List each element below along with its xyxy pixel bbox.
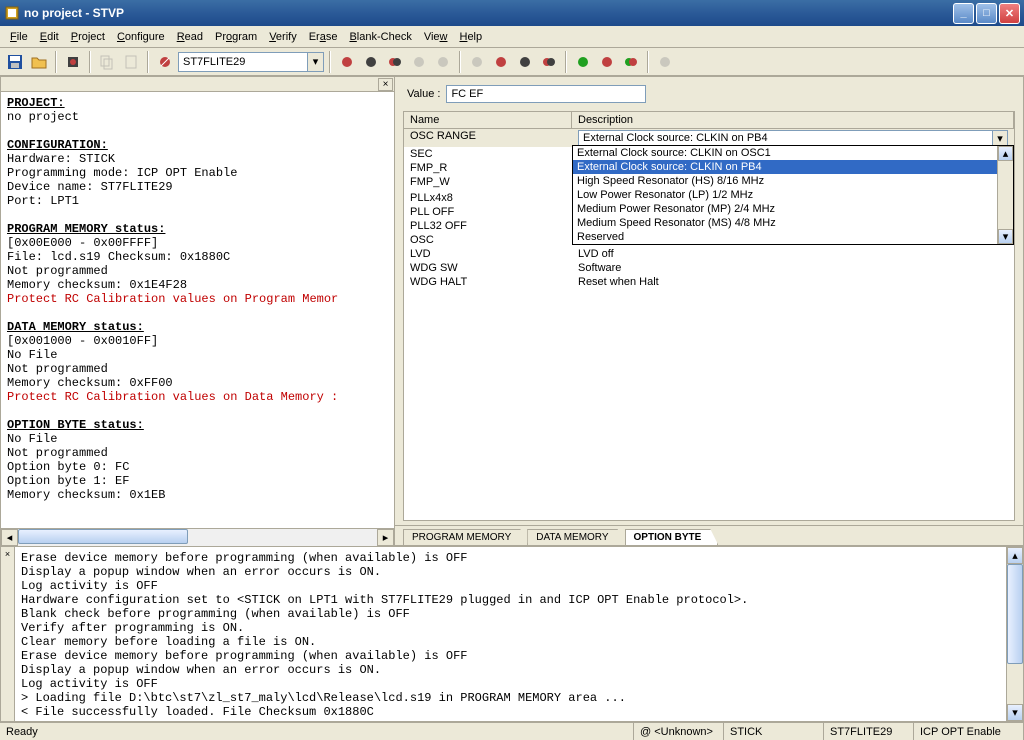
paste-icon [120, 51, 142, 73]
scroll-right-icon[interactable]: ▸ [377, 529, 394, 546]
scroll-left-icon[interactable]: ◂ [1, 529, 18, 546]
cell-desc[interactable]: Reset when Halt [572, 275, 1014, 289]
pane-close-icon[interactable]: × [378, 78, 393, 91]
value-label: Value : [407, 88, 440, 100]
grid-row[interactable]: LVDLVD off [404, 247, 1014, 261]
menu-project[interactable]: Project [65, 29, 111, 45]
dropdown-option[interactable]: External Clock source: CLKIN on PB4 [573, 160, 1013, 174]
status-mode: ICP OPT Enable [914, 723, 1024, 740]
chevron-down-icon[interactable]: ▾ [992, 131, 1007, 145]
output-scrollbar[interactable]: ▴ ▾ [1006, 547, 1023, 721]
chip-icon-2[interactable] [360, 51, 382, 73]
cell-name: FMP_R [404, 161, 572, 175]
device-icon[interactable] [62, 51, 84, 73]
chip-icon-9[interactable] [538, 51, 560, 73]
toolbar: ▾ [0, 48, 1024, 76]
save-icon[interactable] [4, 51, 26, 73]
status-ready: Ready [0, 723, 634, 740]
statusbar: Ready @ <Unknown> STICK ST7FLITE29 ICP O… [0, 722, 1024, 740]
menu-help[interactable]: Help [453, 29, 488, 45]
grid-row[interactable]: WDG HALTReset when Halt [404, 275, 1014, 289]
tab-option-byte[interactable]: OPTION BYTE [625, 529, 719, 545]
copy-icon [96, 51, 118, 73]
chip-icon-5 [432, 51, 454, 73]
cell-name: WDG HALT [404, 275, 572, 289]
column-description[interactable]: Description [572, 112, 1014, 128]
menu-configure[interactable]: Configure [111, 29, 171, 45]
minimize-button[interactable]: _ [953, 3, 974, 24]
cell-name: FMP_W [404, 175, 572, 189]
chip-icon-8[interactable] [514, 51, 536, 73]
project-info: PROJECT: no project CONFIGURATION: Hardw… [1, 92, 394, 528]
tab-data-memory[interactable]: DATA MEMORY [527, 529, 625, 545]
dropdown-option[interactable]: Medium Power Resonator (MP) 2/4 MHz [573, 202, 1013, 216]
output-pane: × Erase device memory before programming… [0, 546, 1024, 722]
app-icon [4, 5, 20, 21]
menu-edit[interactable]: Edit [34, 29, 65, 45]
chip-icon-12[interactable] [620, 51, 642, 73]
cell-name: WDG SW [404, 261, 572, 275]
option-byte-pane: Value : Name Description OSC RANGEExtern… [395, 76, 1024, 546]
device-combo-input[interactable] [178, 52, 308, 72]
cell-desc[interactable]: Software [572, 261, 1014, 275]
dropdown-option[interactable]: External Clock source: CLKIN on OSC1 [573, 146, 1013, 160]
close-button[interactable]: ✕ [999, 3, 1020, 24]
status-hw: STICK [724, 723, 824, 740]
chevron-down-icon[interactable]: ▾ [308, 52, 324, 72]
window-title: no project - STVP [24, 6, 953, 20]
output-close-icon[interactable]: × [1, 547, 15, 721]
dropdown-option[interactable]: Reserved [573, 230, 1013, 244]
chip-icon-3[interactable] [384, 51, 406, 73]
scroll-down-icon[interactable]: ▾ [998, 229, 1013, 244]
value-input[interactable] [446, 85, 646, 103]
menubar: File Edit Project Configure Read Program… [0, 26, 1024, 48]
cell-name: SEC [404, 147, 572, 161]
cell-name: LVD [404, 247, 572, 261]
cell-name: PLL OFF [404, 205, 572, 219]
device-combo[interactable]: ▾ [178, 52, 324, 72]
grid-row[interactable]: WDG SWSoftware [404, 261, 1014, 275]
cell-name: OSC RANGE [404, 129, 572, 147]
maximize-button[interactable]: □ [976, 3, 997, 24]
osc-range-dropdown[interactable]: External Clock source: CLKIN on OSC1Exte… [572, 145, 1014, 245]
cell-name: OSC [404, 233, 572, 247]
status-device: ST7FLITE29 [824, 723, 914, 740]
column-name[interactable]: Name [404, 112, 572, 128]
chip-icon-1[interactable] [336, 51, 358, 73]
menu-file[interactable]: File [4, 29, 34, 45]
dropdown-option[interactable]: Medium Speed Resonator (MS) 4/8 MHz [573, 216, 1013, 230]
cell-name: PLL32 OFF [404, 219, 572, 233]
menu-program[interactable]: Program [209, 29, 263, 45]
left-scrollbar[interactable]: ◂ ▸ [1, 528, 394, 545]
chip-icon-6 [466, 51, 488, 73]
menu-view[interactable]: View [418, 29, 454, 45]
status-at: @ <Unknown> [634, 723, 724, 740]
chip-icon-11[interactable] [596, 51, 618, 73]
run-icon[interactable] [154, 51, 176, 73]
scroll-down-icon[interactable]: ▾ [1007, 704, 1023, 721]
chip-icon-4 [408, 51, 430, 73]
tab-program-memory[interactable]: PROGRAM MEMORY [403, 529, 528, 545]
dropdown-option[interactable]: Low Power Resonator (LP) 1/2 MHz [573, 188, 1013, 202]
scroll-up-icon[interactable]: ▴ [998, 146, 1013, 161]
menu-erase[interactable]: Erase [303, 29, 344, 45]
menu-read[interactable]: Read [171, 29, 209, 45]
grid-row[interactable]: OSC RANGEExternal Clock source: CLKIN on… [404, 129, 1014, 147]
menu-verify[interactable]: Verify [263, 29, 303, 45]
memory-tabs: PROGRAM MEMORY DATA MEMORY OPTION BYTE [395, 525, 1023, 545]
cell-name: PLLx4x8 [404, 191, 572, 205]
menu-blankcheck[interactable]: Blank-Check [343, 29, 417, 45]
cell-desc[interactable]: LVD off [572, 247, 1014, 261]
chip-icon-13 [654, 51, 676, 73]
chip-icon-10[interactable] [572, 51, 594, 73]
project-pane: × PROJECT: no project CONFIGURATION: Har… [0, 76, 395, 546]
cell-desc[interactable]: External Clock source: CLKIN on PB4▾Exte… [572, 129, 1014, 147]
option-grid: Name Description OSC RANGEExternal Clock… [403, 111, 1015, 521]
titlebar: no project - STVP _ □ ✕ [0, 0, 1024, 26]
chip-icon-7[interactable] [490, 51, 512, 73]
open-icon[interactable] [28, 51, 50, 73]
dropdown-option[interactable]: High Speed Resonator (HS) 8/16 MHz [573, 174, 1013, 188]
scroll-up-icon[interactable]: ▴ [1007, 547, 1023, 564]
output-log: Erase device memory before programming (… [15, 547, 1006, 721]
